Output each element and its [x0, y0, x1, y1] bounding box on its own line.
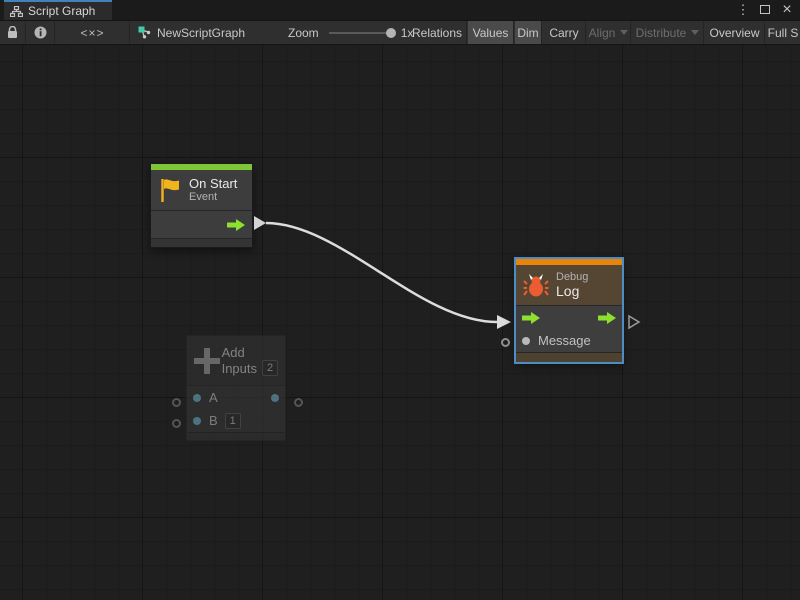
node-on-start[interactable]: On Start Event: [150, 163, 253, 248]
inputs-count-field[interactable]: 2: [262, 360, 278, 376]
plus-icon: [194, 348, 214, 374]
zoom-slider[interactable]: [329, 32, 391, 34]
debug-footer: [516, 352, 622, 362]
debug-titles: Debug Log: [556, 271, 588, 299]
fullscreen-label: Full S: [768, 26, 799, 40]
window-controls: ⋮ ×: [736, 0, 798, 20]
sum-outer-port-icon[interactable]: [294, 398, 303, 407]
input-b-value-field[interactable]: 1: [225, 413, 241, 429]
info-button[interactable]: [27, 21, 55, 44]
node-subtitle: Event: [189, 191, 237, 204]
input-a-label: A: [209, 390, 218, 405]
node-title: On Start: [189, 176, 237, 191]
zoom-slider-knob[interactable]: [386, 28, 396, 38]
values-button[interactable]: Values: [468, 21, 514, 44]
debug-exec-row: [516, 306, 622, 329]
graph-reference[interactable]: NewScriptGraph: [138, 21, 245, 44]
code-view-button[interactable]: <×>: [56, 21, 130, 44]
node-subtitle: Inputs: [222, 361, 257, 376]
debug-header: Debug Log: [516, 265, 622, 305]
node-title: Add: [222, 345, 278, 360]
message-port-label: Message: [538, 333, 591, 348]
window-menu-icon[interactable]: ⋮: [736, 0, 750, 20]
exec-output-port[interactable]: [227, 219, 245, 231]
code-icon: <×>: [80, 26, 104, 40]
on-start-footer: [151, 238, 252, 247]
flag-icon: [158, 177, 182, 203]
overview-button[interactable]: Overview: [705, 21, 765, 44]
input-a-outer-port-icon[interactable]: [172, 398, 181, 407]
debug-message-row: Message: [516, 329, 622, 352]
info-icon: [34, 26, 47, 39]
node-add[interactable]: Add Inputs 2 A B 1: [186, 335, 286, 441]
graph-canvas[interactable]: [0, 45, 800, 600]
lock-button[interactable]: [0, 21, 26, 44]
title-bar: Script Graph ⋮ ×: [0, 0, 800, 20]
graph-name: NewScriptGraph: [157, 26, 245, 40]
fullscreen-button[interactable]: Full S: [766, 21, 800, 44]
overview-label: Overview: [709, 26, 759, 40]
chevron-down-icon: [691, 30, 699, 35]
exec-output-port[interactable]: [598, 312, 616, 324]
add-row-a: A: [187, 386, 285, 409]
relations-button[interactable]: Relations: [408, 21, 467, 44]
node-debug-log[interactable]: Debug Log Message: [515, 258, 623, 363]
values-label: Values: [473, 26, 509, 40]
add-footer: [187, 432, 285, 440]
distribute-button[interactable]: Distribute: [632, 21, 704, 44]
script-graph-icon: [10, 6, 23, 17]
add-body: A B 1: [187, 385, 285, 432]
tab-title: Script Graph: [28, 4, 95, 18]
on-start-header: On Start Event: [151, 170, 252, 210]
distribute-label: Distribute: [636, 26, 687, 40]
align-button[interactable]: Align: [587, 21, 631, 44]
add-row-b: B 1: [187, 409, 285, 432]
relations-label: Relations: [412, 26, 462, 40]
debug-body: Message: [516, 305, 622, 352]
exec-input-port[interactable]: [522, 312, 540, 324]
carry-label: Carry: [549, 26, 578, 40]
lock-icon: [7, 26, 18, 39]
carry-button[interactable]: Carry: [543, 21, 586, 44]
add-header: Add Inputs 2: [187, 336, 285, 385]
input-b-label: B: [209, 413, 218, 428]
input-b-outer-port-icon[interactable]: [172, 419, 181, 428]
on-start-body: [151, 210, 252, 238]
exec-outer-port-icon[interactable]: [627, 314, 641, 330]
graph-asset-icon: [138, 26, 151, 39]
dim-button[interactable]: Dim: [515, 21, 542, 44]
message-outer-port-icon[interactable]: [501, 338, 510, 347]
on-start-titles: On Start Event: [189, 176, 237, 204]
input-b-port[interactable]: [193, 417, 201, 425]
exec-output-connector-icon[interactable]: [254, 216, 266, 230]
zoom-control: Zoom 1x: [288, 21, 413, 44]
sum-output-port[interactable]: [271, 394, 279, 402]
zoom-label: Zoom: [288, 26, 319, 40]
close-icon[interactable]: ×: [780, 0, 794, 20]
chevron-down-icon: [620, 30, 628, 35]
graph-toolbar: <×> NewScriptGraph Zoom 1x Relations Val…: [0, 20, 800, 45]
message-input-port[interactable]: [522, 337, 530, 345]
align-label: Align: [589, 26, 616, 40]
input-a-port[interactable]: [193, 394, 201, 402]
dim-label: Dim: [517, 26, 538, 40]
tab-script-graph[interactable]: Script Graph: [4, 0, 112, 20]
node-title: Log: [556, 284, 588, 299]
maximize-icon[interactable]: [758, 0, 772, 20]
bug-icon: [523, 272, 549, 298]
add-titles: Add Inputs 2: [222, 345, 278, 376]
